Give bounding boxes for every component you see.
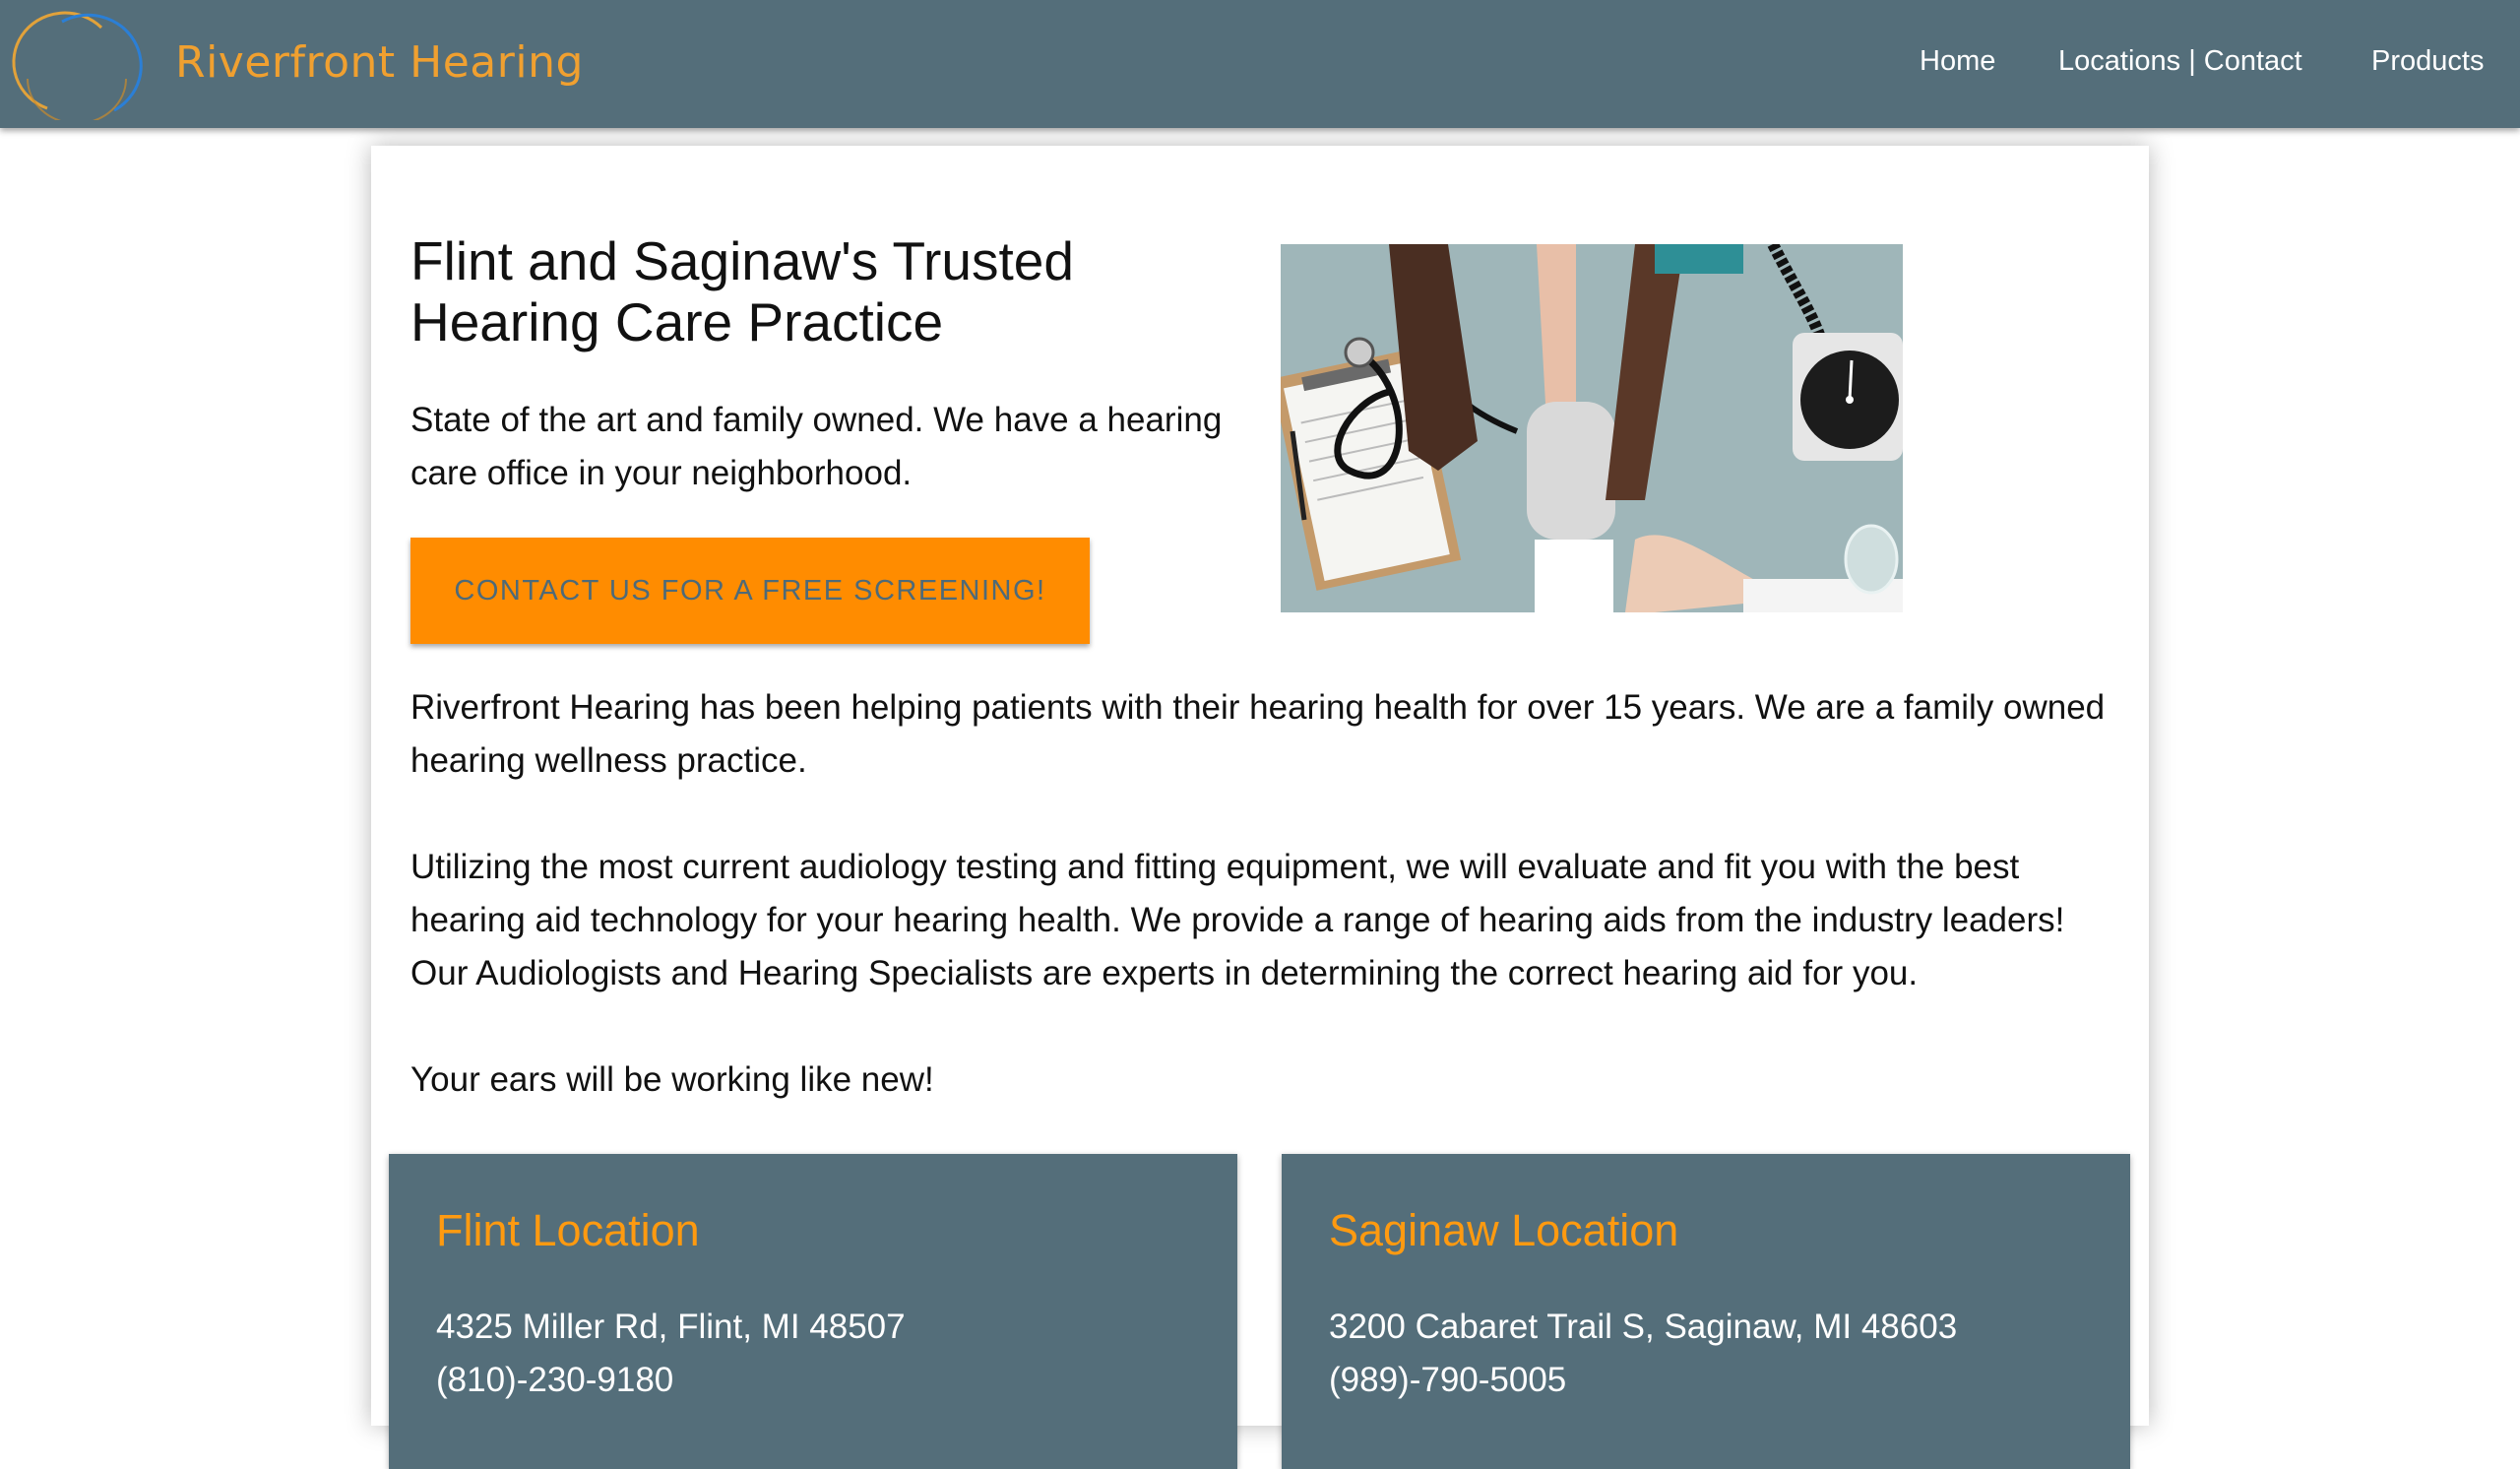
- location-address: 4325 Miller Rd, Flint, MI 48507: [436, 1308, 906, 1346]
- nav-locations-contact[interactable]: Locations | Contact: [2058, 45, 2302, 78]
- page-headline: Flint and Saginaw's Trusted Hearing Care…: [410, 230, 1198, 352]
- hero-subtext: State of the art and family owned. We ha…: [410, 401, 1223, 492]
- doctor-blood-pressure-photo: [1281, 244, 1903, 612]
- nav-home[interactable]: Home: [1920, 45, 1995, 78]
- headline-line-1: Flint and Saginaw's Trusted: [410, 230, 1074, 291]
- about-paragraph-3: Your ears will be working like new!: [410, 1060, 934, 1099]
- main-content-card: Flint and Saginaw's Trusted Hearing Care…: [371, 146, 2149, 1469]
- location-phone[interactable]: (989)-790-5005: [1329, 1361, 1566, 1400]
- brand-name[interactable]: Riverfront Hearing: [175, 37, 584, 88]
- location-phone[interactable]: (810)-230-9180: [436, 1361, 673, 1400]
- location-address: 3200 Cabaret Trail S, Saginaw, MI 48603: [1329, 1308, 1958, 1346]
- riverfront-logo-icon[interactable]: [8, 10, 160, 120]
- about-paragraph-2: Utilizing the most current audiology tes…: [410, 848, 2065, 992]
- top-navigation-bar: Riverfront Hearing Home Locations | Cont…: [0, 0, 2520, 128]
- location-title: Saginaw Location: [1329, 1205, 1679, 1255]
- flint-location-card: Flint Location 4325 Miller Rd, Flint, MI…: [389, 1154, 1237, 1469]
- location-title: Flint Location: [436, 1205, 700, 1255]
- medical-exam-illustration: [1281, 244, 1903, 612]
- nav-products[interactable]: Products: [2371, 45, 2484, 78]
- about-paragraph-1: Riverfront Hearing has been helping pati…: [410, 688, 2106, 780]
- headline-line-2: Hearing Care Practice: [410, 291, 944, 352]
- saginaw-location-card: Saginaw Location 3200 Cabaret Trail S, S…: [1282, 1154, 2130, 1469]
- free-screening-button[interactable]: CONTACT US FOR A FREE SCREENING!: [410, 538, 1090, 644]
